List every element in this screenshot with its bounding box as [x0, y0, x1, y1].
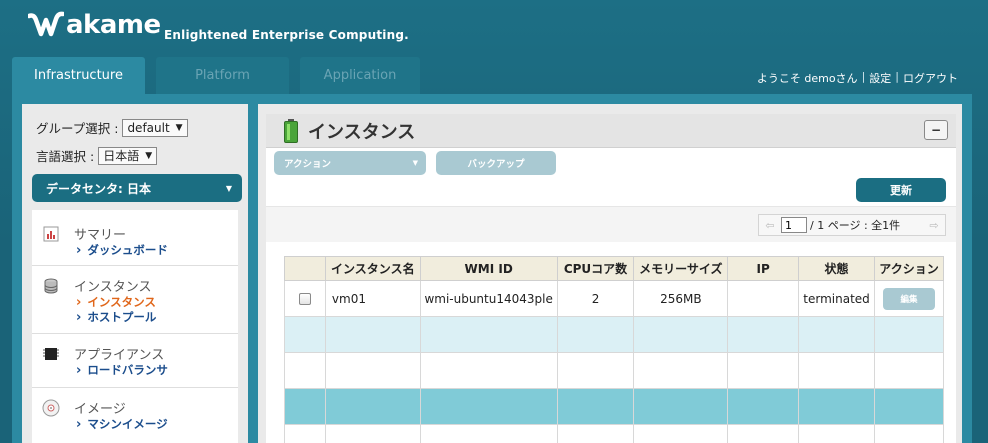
cell-name: vm01 [324, 280, 421, 317]
group-select-label: グループ選択 : [36, 121, 119, 136]
database-icon [42, 277, 60, 295]
menu-link-load-balancer[interactable]: ロードバランサ [76, 363, 238, 378]
battery-icon [284, 118, 298, 143]
menu-group-images: イメージ マシンイメージ [32, 388, 238, 443]
content-frame: グループ選択 : default ▼ 言語選択 : 日本語 ▼ データセンタ: … [12, 94, 972, 443]
prev-page-icon[interactable]: ⇦ [759, 219, 781, 232]
menu-group-title: イメージ [74, 402, 126, 417]
table-row-empty [284, 424, 944, 443]
next-page-icon[interactable]: ⇨ [923, 219, 945, 232]
app-header: akame Enlightened Enterprise Computing. … [0, 0, 988, 104]
menu-group-title: アプライアンス [74, 348, 165, 363]
backup-button[interactable]: バックアップ [436, 151, 556, 175]
language-select-value: 日本語 [103, 149, 140, 163]
group-select[interactable]: default ▼ [122, 118, 188, 137]
panel-title-bar: インスタンス − [266, 114, 956, 148]
col-header-action: アクション [874, 256, 944, 281]
action-dropdown[interactable]: アクション ▼ [274, 151, 426, 175]
col-header-select [284, 256, 326, 281]
datacenter-label: データセンタ: 日本 [46, 181, 151, 196]
tab-platform[interactable]: Platform [156, 57, 289, 94]
chip-icon [42, 345, 60, 363]
menu-group-summary: サマリー ダッシュボード [32, 210, 238, 266]
tab-application[interactable]: Application [300, 57, 420, 94]
caret-down-icon: ▼ [412, 159, 418, 167]
instances-table: インスタンス名 WMI ID CPUコア数 メモリーサイズ IP 状態 アクショ… [284, 256, 944, 443]
col-header-cpu[interactable]: CPUコア数 [556, 256, 635, 281]
action-dropdown-label: アクション [284, 159, 332, 170]
logout-link[interactable]: ログアウト [903, 70, 958, 86]
side-menu: サマリー ダッシュボード インスタンス インスタンス ホストプール [32, 210, 238, 443]
cell-state: terminated [798, 280, 876, 317]
wakame-logo-mark [28, 11, 64, 37]
language-select-row: 言語選択 : 日本語 ▼ [36, 146, 158, 165]
menu-group-instances: インスタンス インスタンス ホストプール [32, 266, 238, 334]
collapse-button[interactable]: − [924, 120, 948, 140]
menu-link-host-pool[interactable]: ホストプール [76, 310, 238, 325]
disc-icon [42, 399, 60, 417]
col-header-name[interactable]: インスタンス名 [324, 256, 421, 281]
row-checkbox[interactable] [298, 293, 311, 305]
menu-group-title: サマリー [74, 228, 127, 243]
group-select-value: default [127, 120, 170, 135]
pager: ⇦ / 1 ページ : 全1件 ⇨ [758, 214, 946, 236]
toolbar: アクション ▼ バックアップ [274, 151, 556, 175]
chevron-down-icon: ▼ [175, 122, 183, 133]
separator: | [861, 70, 866, 83]
menu-link-dashboard[interactable]: ダッシュボード [76, 243, 238, 258]
edit-button[interactable]: 編集 [883, 287, 935, 310]
table-row-empty [284, 352, 944, 389]
cell-ip [727, 280, 800, 317]
panel-content: アクション ▼ バックアップ 更新 ⇦ / 1 ページ : 全1件 ⇨ [266, 148, 956, 443]
separator: | [895, 70, 899, 83]
menu-group-appliances: アプライアンス ロードバランサ [32, 334, 238, 388]
col-header-memory[interactable]: メモリーサイズ [633, 256, 729, 281]
datacenter-select[interactable]: データセンタ: 日本 ▼ [32, 174, 242, 202]
pager-strip: ⇦ / 1 ページ : 全1件 ⇨ [266, 206, 956, 242]
menu-link-instances[interactable]: インスタンス [76, 295, 238, 310]
table-header-row: インスタンス名 WMI ID CPUコア数 メモリーサイズ IP 状態 アクショ… [284, 256, 944, 281]
page-number-input[interactable] [781, 217, 807, 233]
cell-cpu: 2 [556, 280, 635, 317]
refresh-button[interactable]: 更新 [856, 178, 946, 202]
wakame-logo[interactable]: akame [28, 10, 161, 40]
caret-down-icon: ▼ [225, 183, 232, 193]
instances-panel: インスタンス − アクション ▼ バックアップ 更新 ⇦ / 1 ページ : 全… [258, 104, 962, 443]
menu-link-machine-image[interactable]: マシンイメージ [76, 417, 238, 432]
panel-title: インスタンス [308, 121, 416, 143]
tab-infrastructure[interactable]: Infrastructure [12, 57, 145, 94]
language-select-label: 言語選択 : [36, 149, 95, 164]
cell-memory: 256MB [633, 280, 729, 317]
chart-icon [42, 225, 60, 243]
menu-group-title: インスタンス [74, 280, 152, 295]
table-row-empty [284, 316, 944, 353]
welcome-text: ようこそ demoさん [756, 72, 858, 85]
language-select[interactable]: 日本語 ▼ [98, 146, 158, 165]
main-tabs: Infrastructure Platform Application [12, 57, 431, 94]
col-header-ip[interactable]: IP [727, 256, 800, 281]
left-sidebar: グループ選択 : default ▼ 言語選択 : 日本語 ▼ データセンタ: … [22, 104, 248, 443]
wakame-logo-text: akame [66, 10, 161, 40]
col-header-wmi-id[interactable]: WMI ID [419, 256, 558, 281]
chevron-down-icon: ▼ [145, 150, 153, 161]
table-row-empty [284, 388, 944, 425]
user-links: ようこそ demoさん | 設定 | ログアウト [757, 70, 958, 86]
page-info: / 1 ページ : 全1件 [810, 219, 901, 232]
table-row[interactable]: vm01 wmi-ubuntu14043ple 2 256MB terminat… [284, 280, 944, 317]
group-select-row: グループ選択 : default ▼ [36, 118, 188, 137]
settings-link[interactable]: 設定 [869, 70, 891, 86]
cell-wmi-id: wmi-ubuntu14043ple [419, 280, 558, 317]
col-header-state[interactable]: 状態 [798, 256, 876, 281]
tagline: Enlightened Enterprise Computing. [164, 28, 409, 42]
